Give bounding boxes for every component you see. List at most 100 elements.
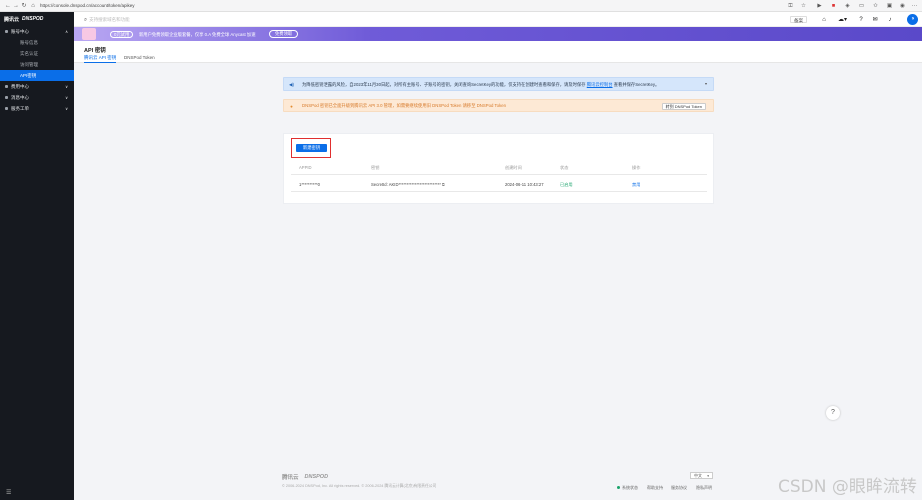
language-select[interactable]: 中文 ▾: [690, 472, 713, 479]
warning-text: DNSPod 密钥已全面升级到腾讯云 API 3.0 管理，如需要继续使用旧 D…: [302, 103, 506, 108]
api-keys-card: 新建密钥 APPID 密钥 创建时间 状态 操作 1**********0 Se…: [283, 133, 714, 204]
sidebar-group-label: 账号中心: [11, 29, 29, 34]
row-created: 2024-06-11 10:43:27: [505, 182, 544, 187]
brand-logo[interactable]: 腾讯云 DNSPOD: [0, 12, 74, 26]
footer-link-label: 系统状态: [622, 485, 638, 490]
page-title: API 密钥: [84, 48, 106, 54]
column-header-action: 操作: [632, 165, 641, 170]
collapse-sidebar-icon[interactable]: ☰: [6, 489, 11, 496]
collapse-notice-icon[interactable]: ▾: [705, 81, 707, 86]
language-value: 中文: [694, 473, 702, 478]
user-avatar[interactable]: ◑: [907, 14, 918, 25]
info-circle-icon: ●: [290, 103, 293, 109]
footer-link-privacy[interactable]: 隐私声明: [696, 485, 712, 491]
footer-link-system-status[interactable]: 系统状态: [617, 485, 638, 491]
sidebar-group-messages[interactable]: 消息中心 ∨: [0, 92, 74, 103]
promo-illustration: [82, 28, 96, 40]
search-input[interactable]: 支持搜索域名和功能: [89, 16, 130, 24]
sidebar-group-account[interactable]: 账号中心 ∧: [0, 26, 74, 37]
disable-key-link[interactable]: 禁用: [632, 182, 640, 188]
sidebar-group-billing[interactable]: 费用中心 ∨: [0, 81, 74, 92]
chevron-down-icon: ∨: [65, 95, 68, 100]
home-icon[interactable]: ⌂: [30, 3, 36, 9]
console-page: 腾讯云 DNSPOD 账号中心 ∧ 账号信息 实名认证 访问管理 API密钥 费…: [0, 12, 922, 500]
table-header-divider: [291, 174, 707, 175]
info-notice-text: 为降低密钥泄露的风险，自2023年11月30日起，对所有主账号、子账号的密钥，关…: [302, 81, 660, 87]
footer-dnspod-logo: DNSPOD: [304, 474, 329, 480]
speaker-icon: ◀): [289, 82, 294, 87]
message-icon: [5, 96, 8, 99]
csdn-watermark: CSDN @眼眸流转: [778, 477, 917, 497]
dnspod-logo: DNSPOD: [22, 16, 44, 22]
bookmark-star-icon[interactable]: ☆: [800, 3, 807, 10]
info-text: 为降低密钥泄露的风险，自2023年11月30日起，对所有主账号、子账号的密钥，关…: [302, 81, 586, 87]
ticket-icon: [5, 107, 8, 110]
promo-tag: 0元试用: [110, 30, 134, 38]
collections-icon[interactable]: ▣: [886, 3, 893, 10]
page-header: API 密钥 腾讯云 API 密钥 DNSPod Token: [74, 41, 922, 63]
sidebar-group-label: 服务工单: [11, 106, 29, 111]
split-view-icon[interactable]: ▭: [858, 3, 865, 10]
copy-icon[interactable]: ⧉: [442, 182, 445, 187]
column-header-appid: APPID: [299, 165, 312, 170]
status-dot-icon: [617, 486, 620, 490]
browser-toolbar: ← → ↻ ⌂ https://console.dnspod.cn/accoun…: [0, 0, 922, 12]
column-header-status: 状态: [560, 165, 569, 170]
chevron-down-icon: ∨: [65, 106, 68, 111]
chevron-up-icon: ∧: [65, 29, 68, 34]
chevron-down-icon: ▾: [707, 474, 709, 478]
footer-link-help[interactable]: 帮助支持: [647, 485, 663, 491]
column-header-key: 密钥: [371, 165, 380, 170]
search-icon: ⌕: [84, 16, 88, 23]
back-icon[interactable]: ←: [5, 3, 11, 9]
row-appid: 1**********0: [299, 182, 320, 187]
sidebar-group-label: 费用中心: [11, 84, 29, 89]
sidebar-group-tickets[interactable]: 服务工单 ∨: [0, 103, 74, 114]
warning-notice: ● DNSPod 密钥已全面升级到腾讯云 API 3.0 管理，如需要继续使用旧…: [283, 99, 714, 112]
extension-icon[interactable]: ◈: [844, 3, 851, 10]
chat-icon[interactable]: ✉: [871, 16, 879, 24]
console-link[interactable]: 腾讯云控制台: [587, 82, 613, 87]
key-icon[interactable]: ⚿: [787, 3, 794, 10]
column-header-created: 创建时间: [505, 165, 522, 170]
floating-help-icon[interactable]: ?: [826, 406, 840, 420]
row-secret: SecretId: AKID**************************…: [371, 182, 445, 187]
cloud-dropdown-icon[interactable]: ☁▾: [836, 16, 849, 24]
home-icon[interactable]: ⌂: [820, 16, 828, 24]
profile-icon[interactable]: ◉: [899, 3, 906, 10]
bell-icon[interactable]: ♪: [886, 16, 894, 24]
reload-icon[interactable]: ↻: [21, 3, 27, 9]
footer-link-terms[interactable]: 服务协议: [671, 485, 687, 491]
help-icon[interactable]: ?: [857, 16, 865, 24]
forward-icon[interactable]: →: [13, 3, 19, 9]
extension-red-icon[interactable]: ■: [830, 3, 837, 10]
more-icon[interactable]: ⋯: [911, 3, 918, 10]
table-row-divider: [291, 191, 707, 192]
sidebar-group-label: 消息中心: [11, 95, 29, 100]
go-to-dnspod-token-button[interactable]: 转到 DNSPod Token: [661, 102, 706, 110]
promo-claim-button[interactable]: 免费领取: [269, 30, 299, 38]
footer-brand: 腾讯云 DNSPOD: [282, 473, 328, 481]
footer-copyright: © 2006-2024 DNSPod, Inc. All rights rese…: [282, 484, 437, 488]
info-suffix: 查看并保存SecretKey。: [613, 81, 660, 87]
tab-tencent-api-key[interactable]: 腾讯云 API 密钥: [84, 55, 117, 63]
sidebar-item-api-keys[interactable]: API密钥: [0, 70, 74, 81]
sidebar: 腾讯云 DNSPOD 账号中心 ∧ 账号信息 实名认证 访问管理 API密钥 费…: [0, 12, 74, 500]
address-bar[interactable]: https://console.dnspod.cn/account/token/…: [40, 2, 740, 10]
secret-id-value: SecretId: AKID**************************: [371, 182, 441, 187]
info-notice: ◀) 为降低密钥泄露的风险，自2023年11月30日起，对所有主账号、子账号的密…: [283, 77, 714, 91]
promo-text: 新用户免费领取企业版套餐，仅享 0.A 免费全球 Anycast 加速: [139, 31, 256, 37]
extension-play-icon[interactable]: ▶: [816, 3, 823, 10]
favorites-icon[interactable]: ✩: [872, 3, 879, 10]
sidebar-item-account-info[interactable]: 账号信息: [0, 37, 74, 48]
highlight-box: 新建密钥: [291, 138, 331, 158]
sidebar-item-access-management[interactable]: 访问管理: [0, 59, 74, 70]
search-box[interactable]: ⌕ 支持搜索域名和功能: [84, 16, 130, 24]
beian-button[interactable]: 备案: [790, 16, 807, 23]
sidebar-item-verification[interactable]: 实名认证: [0, 48, 74, 59]
tab-dnspod-token[interactable]: DNSPod Token: [124, 55, 155, 63]
billing-icon: [5, 85, 8, 88]
tencent-cloud-logo: 腾讯云: [4, 16, 20, 23]
row-status-badge: 已启用: [560, 182, 573, 187]
create-key-button[interactable]: 新建密钥: [296, 144, 327, 152]
